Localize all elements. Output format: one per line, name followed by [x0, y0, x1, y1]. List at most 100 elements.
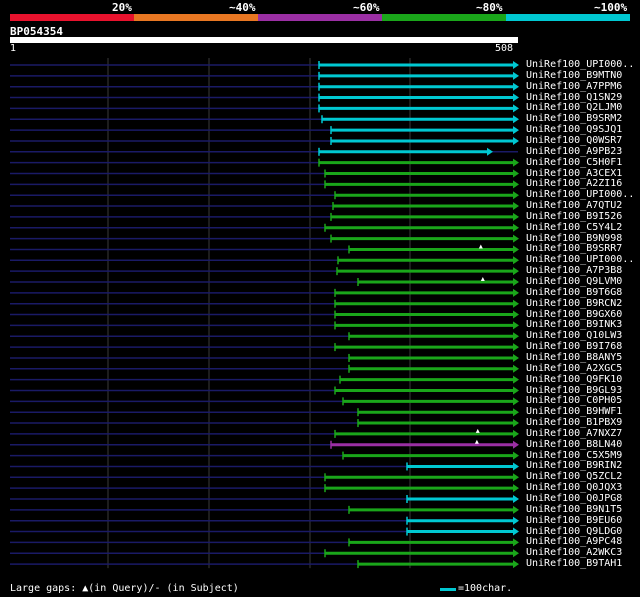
hit-label[interactable]: UniRef100_B9RCN2 [526, 298, 622, 309]
hit-label[interactable]: UniRef100_A9PB23 [526, 146, 622, 157]
hit-arrow-icon [513, 321, 519, 330]
hit-label[interactable]: UniRef100_Q0WSR7 [526, 135, 622, 146]
hit-label[interactable]: UniRef100_UPI000.. [526, 254, 634, 265]
hit-label[interactable]: UniRef100_B9SRM2 [526, 113, 622, 124]
hit-label[interactable]: UniRef100_B9HWF1 [526, 406, 622, 417]
hit-label[interactable]: UniRef100_Q0JQX3 [526, 482, 622, 493]
hit-arrow-icon [513, 419, 519, 428]
hit-label[interactable]: UniRef100_C5X5M9 [526, 450, 622, 461]
hit-label[interactable]: UniRef100_Q0JPG8 [526, 493, 622, 504]
hit-label[interactable]: UniRef100_A2ZI16 [526, 178, 622, 189]
gaps-legend: Large gaps: ▲(in Query)/- (in Subject) [10, 583, 239, 594]
hit-arrow-icon [513, 429, 519, 438]
hit-label[interactable]: UniRef100_A9PC48 [526, 536, 622, 547]
hit-arrow-icon [513, 299, 519, 308]
hit-label[interactable]: UniRef100_B9GX60 [526, 309, 622, 320]
hit-arrow-icon [513, 267, 519, 276]
hit-label[interactable]: UniRef100_C5Y4L2 [526, 222, 622, 233]
hit-arrow-icon [513, 202, 519, 211]
hit-arrow-icon [513, 245, 519, 254]
hit-label[interactable]: UniRef100_B9N1T5 [526, 504, 622, 515]
hit-label[interactable]: UniRef100_Q9LVM0 [526, 276, 622, 287]
hit-arrow-icon [513, 104, 519, 113]
hit-arrow-icon [513, 505, 519, 514]
hit-label[interactable]: UniRef100_C5H0F1 [526, 157, 622, 168]
hit-arrow-icon [513, 71, 519, 80]
hit-arrow-icon [513, 256, 519, 265]
hit-arrow-icon [513, 158, 519, 167]
hit-arrow-icon [513, 212, 519, 221]
hit-arrow-icon [513, 560, 519, 569]
hit-arrow-icon [513, 484, 519, 493]
hit-label[interactable]: UniRef100_A2XGC5 [526, 363, 622, 374]
hit-label[interactable]: UniRef100_Q1SN29 [526, 92, 622, 103]
hit-label[interactable]: UniRef100_A7QTU2 [526, 200, 622, 211]
gap-marker-icon [475, 428, 480, 433]
gap-marker-icon [474, 439, 479, 444]
hit-arrow-icon [513, 353, 519, 362]
hit-arrow-icon [513, 397, 519, 406]
hit-arrow-icon [513, 527, 519, 536]
gap-marker-icon [478, 244, 483, 249]
hit-arrow-icon [513, 234, 519, 243]
hit-label[interactable]: UniRef100_B9EU60 [526, 515, 622, 526]
hit-label[interactable]: UniRef100_B8ANY5 [526, 352, 622, 363]
hit-label[interactable]: UniRef100_Q9LDG0 [526, 526, 622, 537]
hit-arrow-icon [513, 93, 519, 102]
hit-label[interactable]: UniRef100_B9RIN2 [526, 460, 622, 471]
hit-label[interactable]: UniRef100_B9T6G8 [526, 287, 622, 298]
hit-label[interactable]: UniRef100_B9I526 [526, 211, 622, 222]
hit-arrow-icon [513, 375, 519, 384]
hit-arrow-icon [513, 310, 519, 319]
hit-label[interactable]: UniRef100_B9MTN0 [526, 70, 622, 81]
hit-arrow-icon [513, 495, 519, 503]
hit-arrow-icon [513, 82, 519, 91]
hit-label[interactable]: UniRef100_Q2LJM0 [526, 102, 622, 113]
hit-label[interactable]: UniRef100_A3CEX1 [526, 168, 622, 179]
hit-label[interactable]: UniRef100_B8LN40 [526, 439, 622, 450]
hit-label[interactable]: UniRef100_A7P3B8 [526, 265, 622, 276]
hit-label[interactable]: UniRef100_Q10LW3 [526, 330, 622, 341]
hit-label[interactable]: UniRef100_B9N998 [526, 233, 622, 244]
hit-arrow-icon [513, 462, 519, 471]
hit-arrow-icon [513, 288, 519, 297]
hit-label[interactable]: UniRef100_A7NXZ7 [526, 428, 622, 439]
hit-arrow-icon [513, 386, 519, 395]
hit-arrow-icon [513, 332, 519, 341]
hit-label[interactable]: UniRef100_C0PH05 [526, 395, 622, 406]
hit-label[interactable]: UniRef100_B9I768 [526, 341, 622, 352]
hit-label[interactable]: UniRef100_A7PPM6 [526, 81, 622, 92]
scale-bar [440, 588, 456, 591]
hit-label[interactable]: UniRef100_UPI000.. [526, 59, 634, 70]
hit-label[interactable]: UniRef100_B9GL93 [526, 385, 622, 396]
hit-arrow-icon [513, 451, 519, 460]
hit-arrow-icon [513, 136, 519, 145]
hit-arrow-icon [513, 278, 519, 286]
hit-arrow-icon [513, 364, 519, 373]
hit-arrow-icon [513, 440, 519, 449]
hit-arrow-icon [513, 115, 519, 124]
hit-label[interactable]: UniRef100_B9SRR7 [526, 243, 622, 254]
hit-arrow-icon [513, 180, 519, 189]
hit-arrow-icon [513, 538, 519, 547]
hit-label[interactable]: UniRef100_UPI000.. [526, 189, 634, 200]
hit-label[interactable]: UniRef100_B1PBX9 [526, 417, 622, 428]
hit-arrow-icon [513, 549, 519, 558]
hit-label[interactable]: UniRef100_Q5ZCL2 [526, 471, 622, 482]
hit-label[interactable]: UniRef100_A2WKC3 [526, 547, 622, 558]
hit-arrow-icon [513, 191, 519, 200]
hit-arrow-icon [513, 223, 519, 232]
hit-label[interactable]: UniRef100_Q9FK10 [526, 374, 622, 385]
scale-text: =100char. [458, 583, 513, 594]
hit-arrow-icon [513, 473, 519, 482]
hit-arrow-icon [513, 169, 519, 178]
hit-label[interactable]: UniRef100_Q9SJQ1 [526, 124, 622, 135]
hit-arrow-icon [513, 343, 519, 352]
hit-arrow-icon [513, 61, 519, 69]
hit-arrow-icon [513, 516, 519, 525]
gap-marker-icon [480, 277, 485, 281]
hit-label[interactable]: UniRef100_B9TAH1 [526, 558, 622, 569]
hit-label[interactable]: UniRef100_B9INK3 [526, 319, 622, 330]
hit-arrow-icon [487, 147, 493, 156]
hit-arrow-icon [513, 126, 519, 135]
